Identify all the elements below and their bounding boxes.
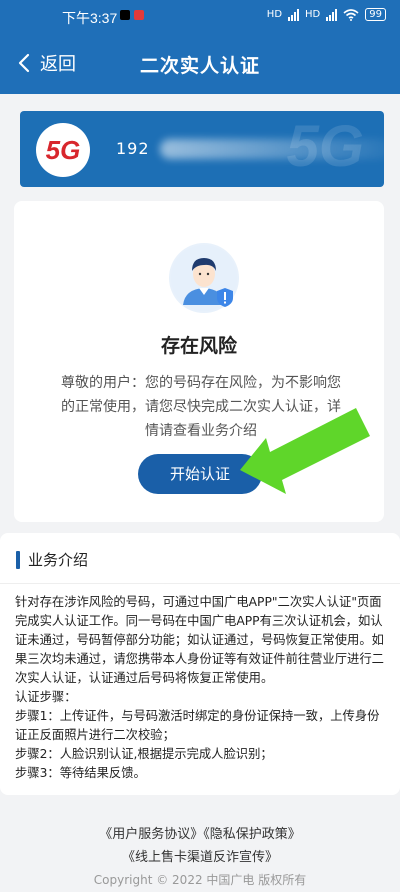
step-1: 步骤1：上传证件，与号码激活时绑定的身份证保持一致，上传身份证正反面照片进行二次… (15, 709, 380, 742)
5g-logo-text: 5G (45, 134, 81, 165)
status-icons: HD HD 99 (267, 8, 386, 21)
app-notification-icon (134, 10, 144, 20)
status-time: 下午3:37 (62, 10, 118, 26)
signal-2-icon (326, 8, 338, 21)
intro-title: 业务介绍 (28, 551, 89, 569)
intro-header: 业务介绍 (16, 549, 88, 570)
wifi-icon (343, 8, 359, 21)
user-agreement-link[interactable]: 《用户服务协议》 (99, 827, 203, 842)
page-title: 二次实人认证 (139, 55, 260, 77)
navbar: 返回 二次实人认证 (0, 32, 400, 94)
status-bar: 下午3:37 HD HD 99 (0, 0, 400, 32)
notification-icons (120, 10, 144, 20)
5g-logo: 5G (36, 123, 90, 177)
intro-divider (0, 583, 400, 584)
green-arrow-annotation (240, 408, 370, 494)
signal-1-icon (288, 8, 300, 21)
signal-2-label: HD (305, 9, 321, 20)
privacy-policy-link[interactable]: 《隐私保护政策》 (203, 827, 301, 842)
step-2: 步骤2：人脸识别认证,根据提示完成人脸识别； (15, 747, 273, 761)
user-warning-icon (171, 245, 237, 311)
risk-title: 存在风险 (160, 335, 237, 357)
copyright: Copyright © 2022 中国广电 版权所有 (93, 873, 307, 887)
signal-1-label: HD (266, 9, 283, 20)
intro-accent-bar (16, 550, 20, 569)
intro-paragraph: 针对存在涉诈风险的号码，可通过中国广电APP"二次实人认证"页面完成实人认证工作… (15, 595, 384, 685)
footer: 《用户服务协议》《隐私保护政策》 《线上售卡渠道反诈宣传》 Copyright … (0, 823, 400, 892)
phone-number-card: 5G 5G 192 (20, 111, 384, 187)
anti-fraud-link[interactable]: 《线上售卡渠道反诈宣传》 (122, 850, 278, 865)
battery-indicator: 99 (365, 8, 386, 21)
business-intro-card: 业务介绍 针对存在涉诈风险的号码，可通过中国广电APP"二次实人认证"页面完成实… (0, 533, 400, 795)
intro-body: 针对存在涉诈风险的号码，可通过中国广电APP"二次实人认证"页面完成实人认证工作… (15, 593, 388, 783)
phone-number: 192 (116, 139, 150, 158)
tiktok-icon (120, 10, 130, 20)
step-3: 步骤3：等待结果反馈。 (15, 766, 146, 780)
phone-number-redaction (160, 139, 384, 159)
steps-heading: 认证步骤： (15, 690, 77, 704)
user-avatar (169, 243, 239, 313)
